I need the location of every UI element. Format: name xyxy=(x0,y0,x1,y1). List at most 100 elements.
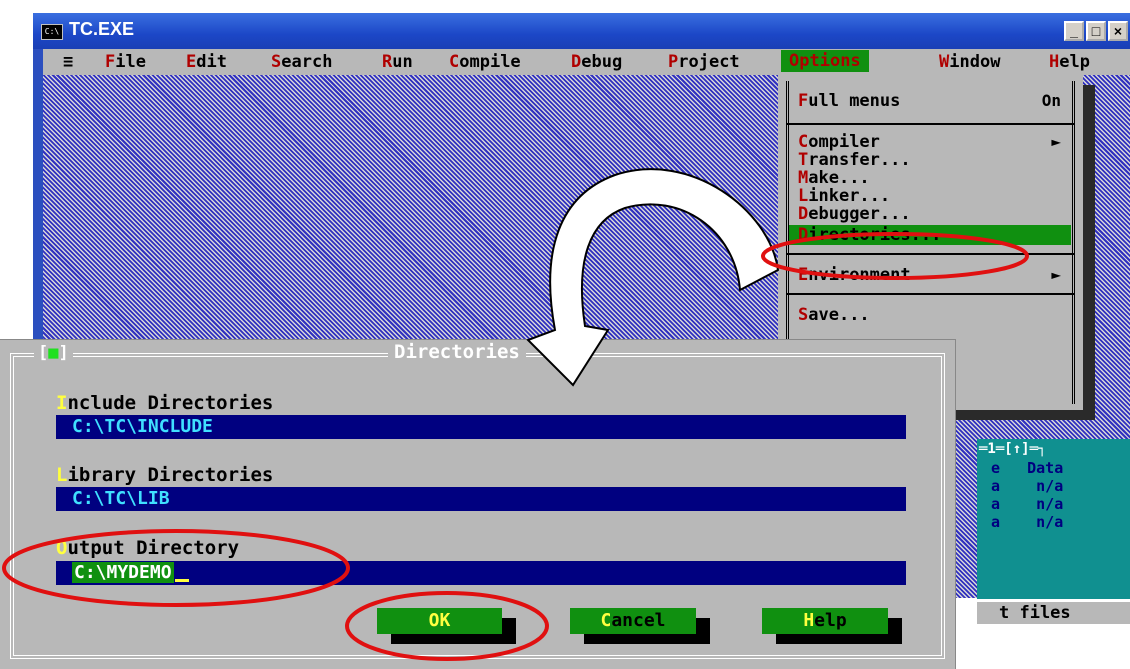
minimize-button[interactable]: _ xyxy=(1064,21,1084,41)
status-line: t files xyxy=(977,602,1130,624)
menu-file[interactable]: File xyxy=(105,52,146,72)
menu-edit[interactable]: Edit xyxy=(186,52,227,72)
button-label: elp xyxy=(814,610,847,631)
window-title: TC.EXE xyxy=(69,19,135,39)
menu-item-compiler[interactable]: Compiler xyxy=(798,132,880,152)
menu-project[interactable]: Project xyxy=(668,52,740,72)
library-dirs-input[interactable]: C:\TC\LIB xyxy=(56,487,906,511)
close-button[interactable]: × xyxy=(1108,21,1128,41)
cancel-button[interactable]: Cancel xyxy=(570,608,696,634)
console-icon: C:\ xyxy=(41,24,63,40)
close-box-icon: ■ xyxy=(48,343,59,363)
include-dirs-label: Include Directories xyxy=(56,392,273,414)
menu-item-label: ompiler xyxy=(808,132,880,152)
menu-item-full-menus[interactable]: Full menus xyxy=(798,91,900,111)
maximize-button[interactable]: □ xyxy=(1086,21,1106,41)
system-menu-icon[interactable]: ≡ xyxy=(63,52,73,72)
label-hotkey: L xyxy=(56,464,68,486)
label-text: utput Directory xyxy=(67,537,240,559)
menu-hotkey: O xyxy=(789,51,800,71)
menu-label: indow xyxy=(949,52,1001,72)
menu-hotkey: P xyxy=(668,52,679,72)
menu-hotkey: D xyxy=(798,225,809,245)
watch-row: a n/a xyxy=(991,513,1064,531)
menu-separator xyxy=(786,123,1075,125)
watch-row: a n/a xyxy=(991,495,1064,513)
menu-hotkey: C xyxy=(798,132,809,152)
button-hotkey: C xyxy=(600,610,612,631)
menu-item-environment[interactable]: Environment xyxy=(798,265,911,285)
menu-hotkey: F xyxy=(105,52,116,72)
menu-label: ebug xyxy=(581,52,623,72)
menu-hotkey: C xyxy=(449,52,460,72)
menu-item-directories[interactable]: Directories... xyxy=(789,225,1071,245)
menu-item-label: irectories... xyxy=(808,225,942,245)
menu-item-label: ransfer... xyxy=(808,150,911,170)
full-menus-value: On xyxy=(1041,91,1061,110)
menu-item-make[interactable]: Make... xyxy=(798,168,870,188)
menu-hotkey: E xyxy=(798,265,809,285)
menu-window[interactable]: Window xyxy=(939,52,1000,72)
menu-hotkey: M xyxy=(798,168,809,188)
menu-hotkey: W xyxy=(939,52,950,72)
text-cursor xyxy=(174,579,189,582)
menu-label: ompile xyxy=(459,52,521,72)
library-dirs-label: Library Directories xyxy=(56,464,273,486)
help-button[interactable]: Help xyxy=(762,608,888,634)
label-text: ibrary Directories xyxy=(67,464,274,486)
menu-bar: ≡ File Edit Search Run Compile Debug Pro… xyxy=(43,49,1130,75)
label-hotkey: I xyxy=(56,392,68,414)
watch-window-title: ═1═[↑]═┐ xyxy=(979,441,1047,457)
close-bracket: [ xyxy=(38,343,49,363)
watch-row: a n/a xyxy=(991,477,1064,495)
dialog-close-box[interactable]: [■] xyxy=(34,343,73,363)
output-dir-value: C:\MYDEMO xyxy=(72,562,174,583)
menu-item-label: ull menus xyxy=(808,91,901,111)
menu-hotkey: F xyxy=(798,91,809,111)
menu-hotkey: S xyxy=(271,52,282,72)
menu-item-label: ake... xyxy=(808,168,870,188)
button-hotkey: H xyxy=(803,610,815,631)
menu-label: elp xyxy=(1059,52,1090,72)
close-bracket: ] xyxy=(58,343,69,363)
menu-search[interactable]: Search xyxy=(271,52,332,72)
menu-label: un xyxy=(392,52,413,72)
menu-item-label: nvironment xyxy=(808,265,911,285)
include-dirs-input[interactable]: C:\TC\INCLUDE xyxy=(56,415,906,439)
directories-dialog: [■] Directories Include Directories C:\T… xyxy=(0,340,955,669)
button-label: ancel xyxy=(611,610,666,631)
menu-item-save[interactable]: Save... xyxy=(798,305,870,325)
label-text: nclude Directories xyxy=(67,392,274,414)
menu-run[interactable]: Run xyxy=(382,52,413,72)
menu-label: ile xyxy=(115,52,146,72)
menu-debug[interactable]: Debug xyxy=(571,52,622,72)
title-bar[interactable]: C:\ TC.EXE _ □ × xyxy=(33,13,1130,49)
menu-separator xyxy=(786,293,1075,295)
submenu-arrow-icon: ► xyxy=(1051,265,1061,284)
menu-label: roject xyxy=(678,52,740,72)
menu-options[interactable]: Options xyxy=(781,50,869,72)
menu-label: ptions xyxy=(799,51,861,71)
menu-hotkey: E xyxy=(186,52,197,72)
menu-item-linker[interactable]: Linker... xyxy=(798,186,890,206)
submenu-arrow-icon: ► xyxy=(1051,132,1061,151)
menu-hotkey: S xyxy=(798,305,809,325)
menu-item-debugger[interactable]: Debugger... xyxy=(798,204,911,224)
menu-hotkey: H xyxy=(1049,52,1060,72)
menu-compile[interactable]: Compile xyxy=(449,52,521,72)
label-hotkey: O xyxy=(56,537,68,559)
menu-item-label: ebugger... xyxy=(808,204,911,224)
output-dir-label: Output Directory xyxy=(56,537,239,559)
output-dir-input[interactable]: C:\MYDEMO xyxy=(56,561,906,585)
menu-item-label: ave... xyxy=(808,305,870,325)
dialog-title: Directories xyxy=(388,341,526,363)
menu-hotkey: D xyxy=(571,52,582,72)
ok-button[interactable]: OK xyxy=(377,608,502,634)
menu-label: dit xyxy=(196,52,227,72)
menu-item-transfer[interactable]: Transfer... xyxy=(798,150,911,170)
menu-help[interactable]: Help xyxy=(1049,52,1090,72)
watch-window: ═1═[↑]═┐ e Data a n/a a n/a a n/a xyxy=(977,439,1130,599)
menu-label: earch xyxy=(281,52,333,72)
menu-hotkey: R xyxy=(382,52,393,72)
menu-hotkey: T xyxy=(798,150,809,170)
